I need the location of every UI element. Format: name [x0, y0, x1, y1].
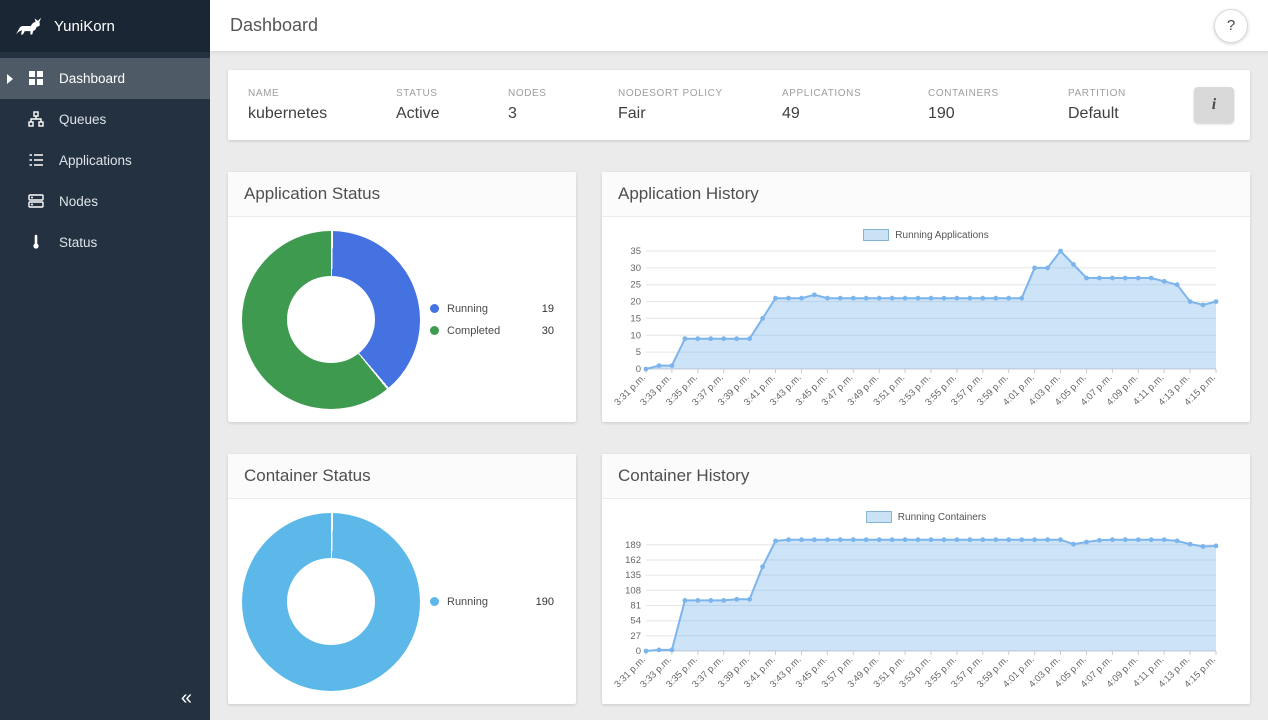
legend-value: 30 [542, 325, 554, 337]
cluster-info-button[interactable]: i [1194, 87, 1234, 123]
svg-text:162: 162 [625, 555, 641, 566]
application-status-legend: Running 19 Completed 30 [430, 303, 562, 337]
sidebar-nav: Dashboard Queues Applications [0, 52, 210, 263]
svg-text:189: 189 [625, 540, 641, 551]
info-label: PARTITION [1068, 88, 1126, 99]
brand-header: YuniKorn [0, 0, 210, 52]
card-title: Container History [602, 454, 1250, 499]
info-field-nodes: NODES 3 [508, 88, 618, 123]
svg-text:35: 35 [630, 246, 641, 257]
sidebar: YuniKorn Dashboard Queues [0, 0, 210, 720]
legend-item[interactable]: Running 190 [430, 596, 554, 608]
svg-text:15: 15 [630, 313, 641, 324]
legend-dot [430, 597, 439, 606]
dashboard-icon [28, 70, 45, 87]
sidebar-item-label: Nodes [59, 194, 98, 209]
legend-value: 19 [542, 303, 554, 315]
application-status-card: Application Status Running 19 Completed 30 [228, 172, 576, 422]
sidebar-item-applications[interactable]: Applications [0, 140, 210, 181]
card-title: Application History [602, 172, 1250, 217]
sidebar-item-queues[interactable]: Queues [0, 99, 210, 140]
info-field-partition: PARTITION Default [1068, 88, 1126, 123]
nodes-icon [28, 193, 45, 210]
svg-text:5: 5 [636, 347, 641, 358]
svg-text:30: 30 [630, 263, 641, 274]
unicorn-logo-icon [14, 14, 44, 38]
topbar: Dashboard ? [210, 0, 1268, 52]
legend-item[interactable]: Running 19 [430, 303, 554, 315]
application-history-legend[interactable]: Running Applications [610, 225, 1242, 245]
svg-text:81: 81 [630, 601, 641, 612]
application-status-donut-chart [242, 231, 420, 409]
container-status-legend: Running 190 [430, 596, 562, 608]
info-field-status: STATUS Active [396, 88, 508, 123]
info-label: CONTAINERS [928, 88, 1068, 99]
application-history-chart: 051015202530353:31 p.m.3:33 p.m.3:35 p.m… [610, 245, 1230, 427]
legend-swatch [866, 511, 892, 523]
info-value: 3 [508, 105, 618, 123]
legend-label: Completed [447, 325, 500, 337]
info-label: NODES [508, 88, 618, 99]
legend-label: Running Containers [898, 512, 986, 523]
legend-dot [430, 326, 439, 335]
sidebar-item-nodes[interactable]: Nodes [0, 181, 210, 222]
sidebar-item-dashboard[interactable]: Dashboard [0, 58, 210, 99]
legend-dot [430, 304, 439, 313]
cluster-info-card: NAME kubernetes STATUS Active NODES 3 NO… [228, 70, 1250, 140]
info-label: STATUS [396, 88, 508, 99]
help-button[interactable]: ? [1214, 9, 1248, 43]
brand-name: YuniKorn [54, 18, 115, 35]
info-label: APPLICATIONS [782, 88, 928, 99]
info-value: 190 [928, 105, 1068, 123]
container-history-legend[interactable]: Running Containers [610, 507, 1242, 527]
sidebar-item-label: Queues [59, 112, 106, 127]
svg-text:27: 27 [630, 631, 641, 642]
info-label: NODESORT POLICY [618, 88, 782, 99]
sidebar-collapse-button[interactable]: « [175, 685, 198, 712]
info-label: NAME [248, 88, 396, 99]
info-field-name: NAME kubernetes [248, 88, 396, 123]
svg-text:20: 20 [630, 297, 641, 308]
info-field-nodesort-policy: NODESORT POLICY Fair [618, 88, 782, 123]
info-value: Active [396, 105, 508, 123]
page-title: Dashboard [230, 15, 318, 36]
sidebar-item-label: Dashboard [59, 71, 125, 86]
legend-label: Running [447, 596, 488, 608]
application-history-card: Application History Running Applications… [602, 172, 1250, 422]
queues-icon [28, 111, 45, 128]
donut-hole [287, 558, 374, 645]
svg-text:135: 135 [625, 570, 641, 581]
legend-label: Running [447, 303, 488, 315]
status-icon [28, 234, 45, 251]
legend-item[interactable]: Completed 30 [430, 325, 554, 337]
sidebar-item-status[interactable]: Status [0, 222, 210, 263]
card-title: Application Status [228, 172, 576, 217]
sidebar-item-label: Applications [59, 153, 132, 168]
legend-value: 190 [536, 596, 554, 608]
info-value: Default [1068, 105, 1126, 123]
svg-text:54: 54 [630, 616, 641, 627]
svg-text:25: 25 [630, 280, 641, 291]
info-value: Fair [618, 105, 782, 123]
container-history-card: Container History Running Containers 027… [602, 454, 1250, 704]
container-history-chart: 02754811081351621893:31 p.m.3:33 p.m.3:3… [610, 527, 1230, 709]
sidebar-item-label: Status [59, 235, 97, 250]
applications-icon [28, 152, 45, 169]
card-title: Container Status [228, 454, 576, 499]
donut-hole [287, 276, 374, 363]
svg-text:10: 10 [630, 330, 641, 341]
info-value: kubernetes [248, 105, 396, 123]
legend-label: Running Applications [895, 230, 988, 241]
legend-swatch [863, 229, 889, 241]
main-area: Dashboard ? NAME kubernetes STATUS Activ… [210, 0, 1268, 720]
svg-text:108: 108 [625, 585, 641, 596]
info-field-applications: APPLICATIONS 49 [782, 88, 928, 123]
container-status-card: Container Status Running 190 [228, 454, 576, 704]
info-value: 49 [782, 105, 928, 123]
container-status-donut-chart [242, 513, 420, 691]
info-field-containers: CONTAINERS 190 [928, 88, 1068, 123]
content: NAME kubernetes STATUS Active NODES 3 NO… [210, 52, 1268, 720]
